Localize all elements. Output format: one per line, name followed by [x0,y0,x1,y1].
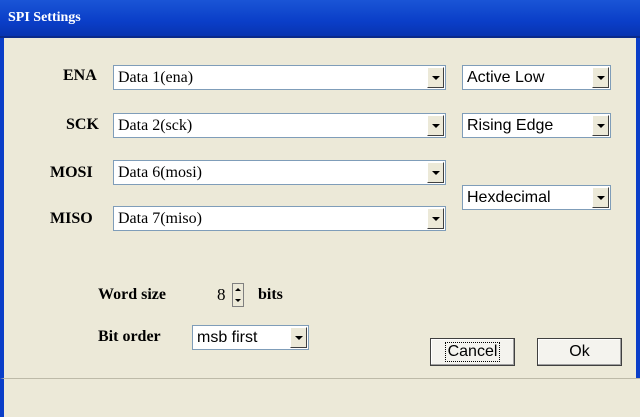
data-format-select[interactable]: Hexdecimal [462,185,611,210]
miso-select[interactable]: Data 7(miso) [113,206,446,231]
chevron-down-icon[interactable] [592,187,609,208]
cancel-button-label: Cancel [444,342,501,362]
sck-select[interactable]: Data 2(sck) [113,113,446,138]
ok-button[interactable]: Ok [537,338,622,366]
word-size-label: Word size [98,286,166,303]
ok-button-label: Ok [569,343,590,360]
bit-order-label: Bit order [98,328,161,345]
chevron-down-icon[interactable] [290,327,307,348]
data-format-value: Hexdecimal [467,188,551,206]
chevron-down-icon[interactable] [427,115,444,136]
ena-polarity-select[interactable]: Active Low [462,65,611,90]
status-bar [0,378,640,417]
word-size-value[interactable]: 8 [217,285,226,305]
ena-label: ENA [63,67,97,84]
title-bar: SPI Settings [0,0,640,38]
chevron-down-icon[interactable] [427,162,444,183]
mosi-select-value: Data 6(mosi) [118,163,202,181]
spin-up-icon[interactable] [233,284,243,295]
chevron-down-icon[interactable] [427,67,444,88]
mosi-select[interactable]: Data 6(mosi) [113,160,446,185]
mosi-label: MOSI [50,164,93,181]
sck-edge-select[interactable]: Rising Edge [462,113,611,138]
bit-order-value: msb first [197,328,258,346]
ena-select[interactable]: Data 1(ena) [113,65,446,90]
window-title: SPI Settings [8,10,81,25]
ena-polarity-value: Active Low [467,68,545,86]
spin-down-icon[interactable] [233,295,243,306]
word-size-spinner[interactable] [232,283,244,307]
word-size-unit: bits [258,286,283,303]
sck-label: SCK [66,116,99,133]
chevron-down-icon[interactable] [427,208,444,229]
cancel-button[interactable]: Cancel [430,338,515,366]
chevron-down-icon[interactable] [592,67,609,88]
sck-edge-value: Rising Edge [467,116,554,134]
ena-select-value: Data 1(ena) [118,68,194,86]
miso-label: MISO [50,210,93,227]
sck-select-value: Data 2(sck) [118,116,193,134]
miso-select-value: Data 7(miso) [118,209,202,227]
chevron-down-icon[interactable] [592,115,609,136]
bit-order-select[interactable]: msb first [192,325,309,350]
